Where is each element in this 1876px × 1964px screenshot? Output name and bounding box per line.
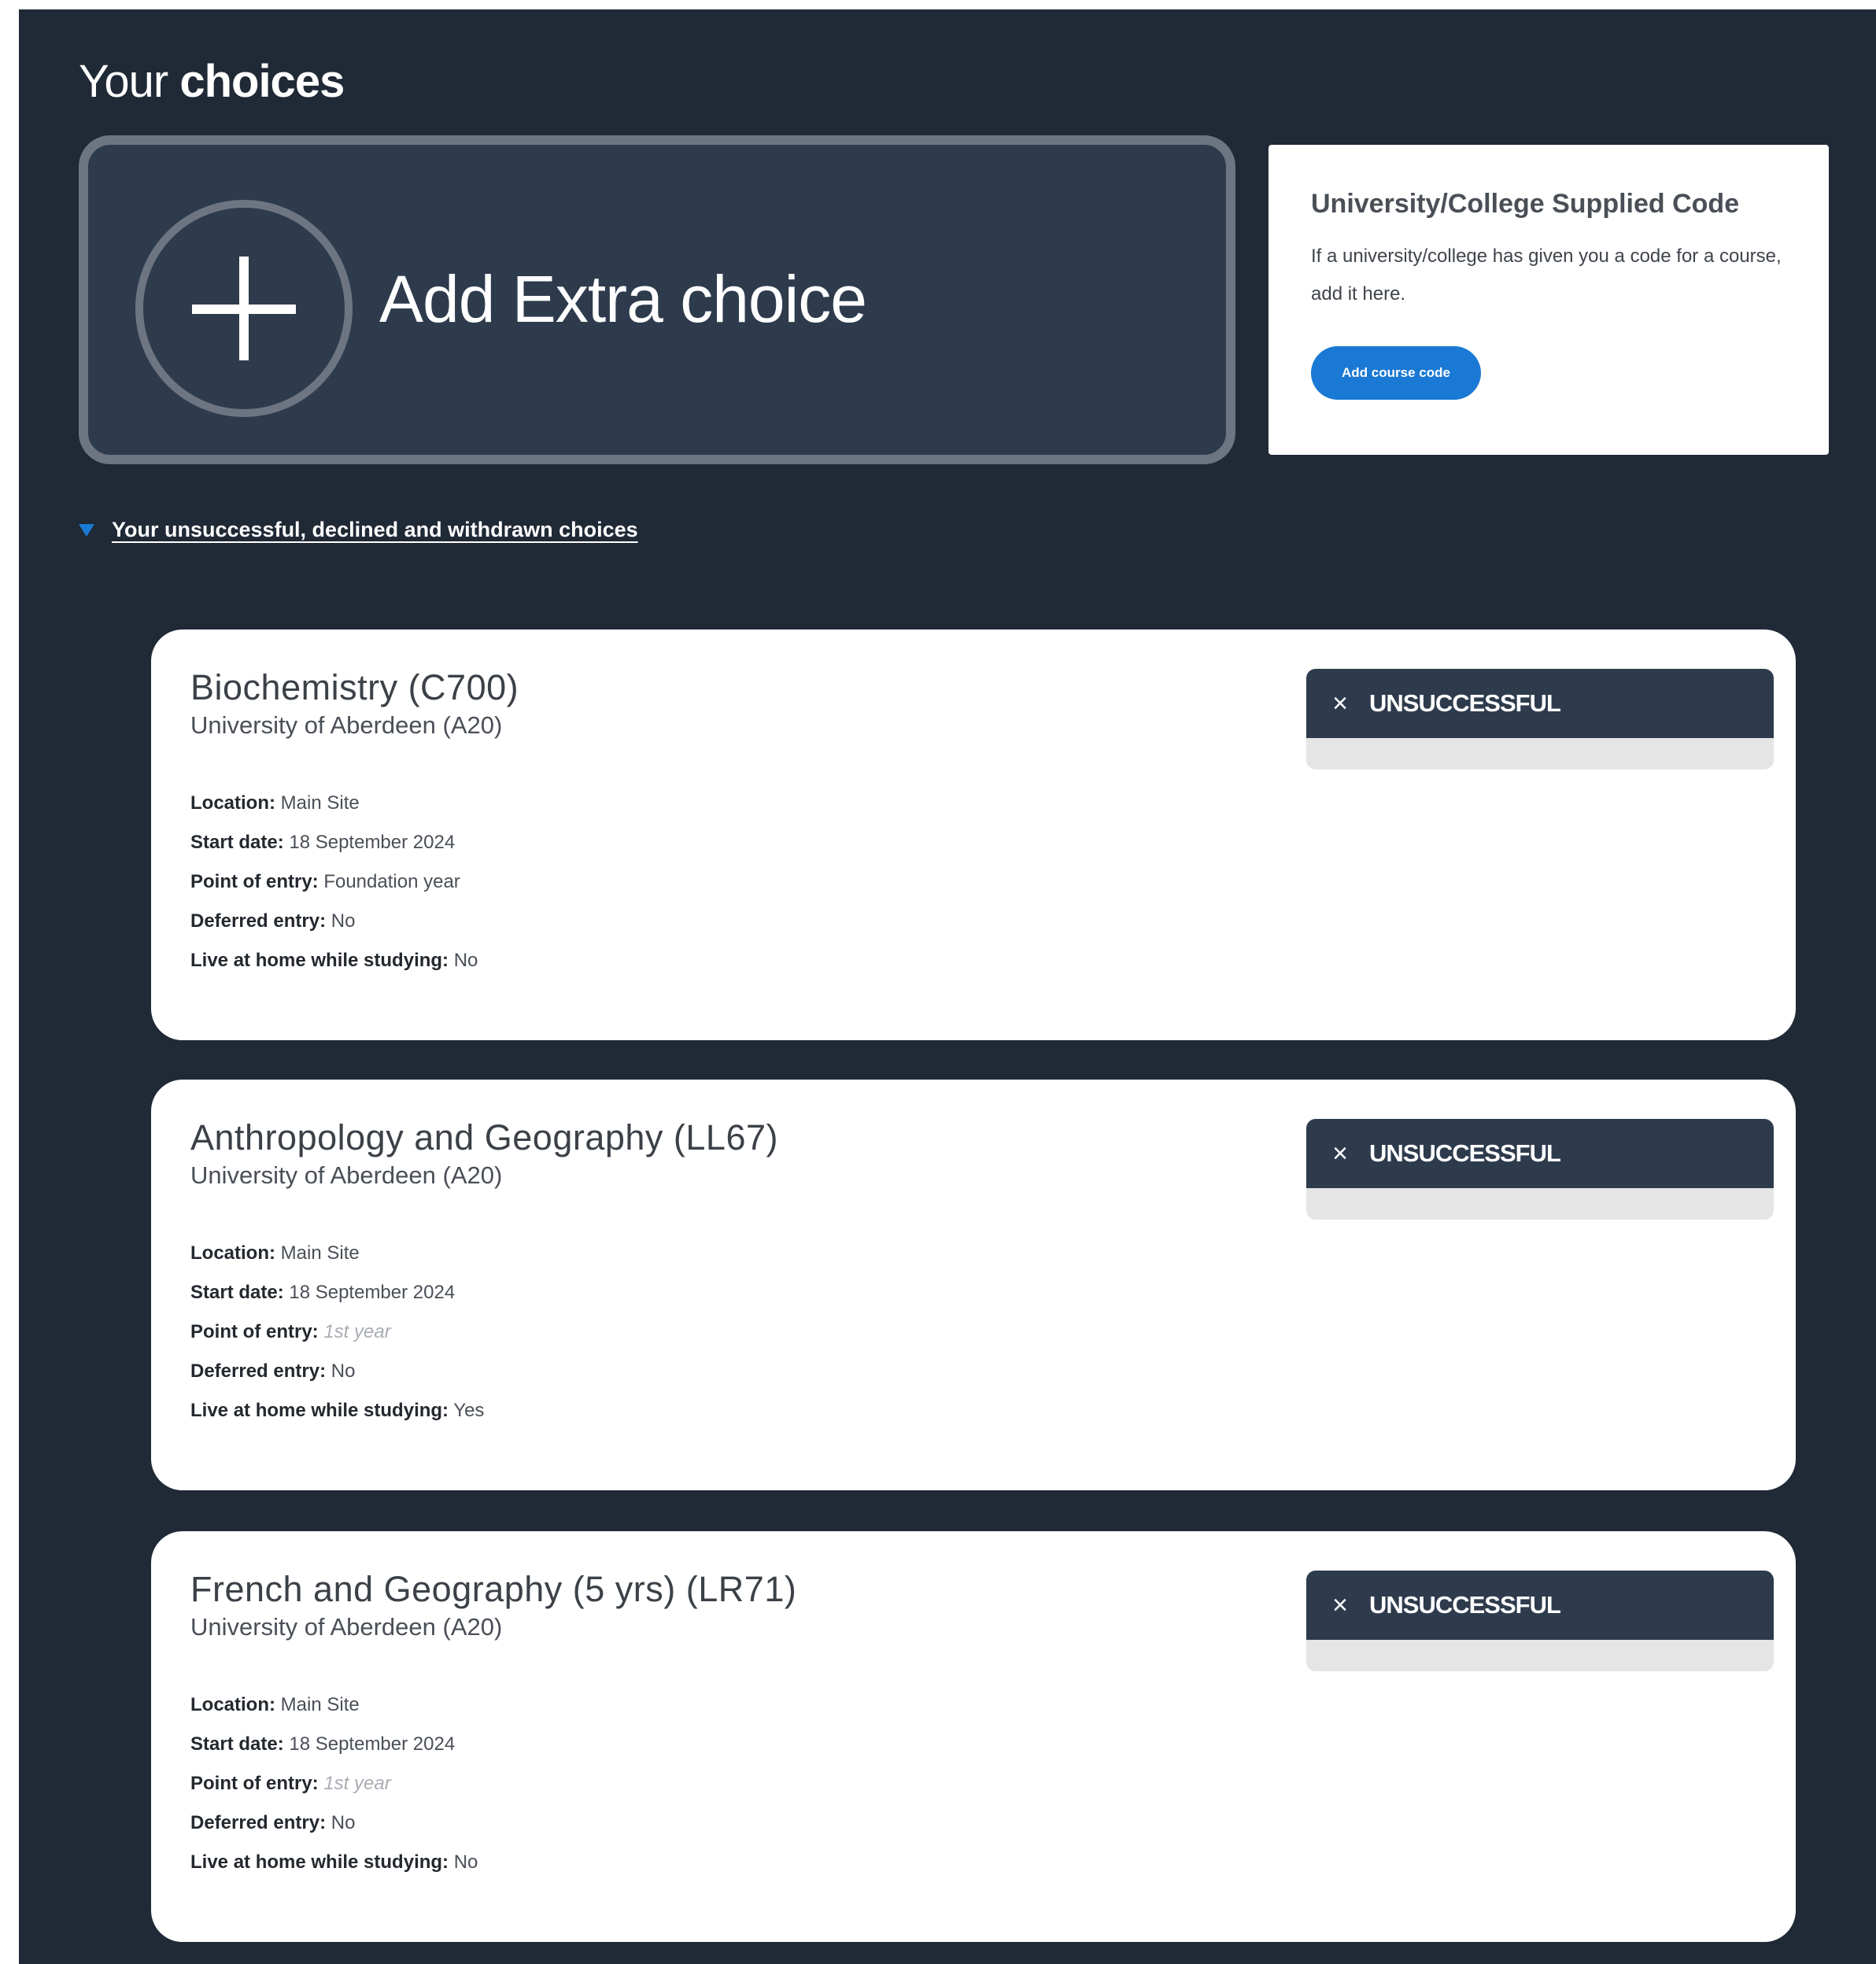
course-title: Biochemistry (C700) [190, 667, 519, 707]
choices-page: Your choices Add Extra choice University… [19, 9, 1876, 1964]
start-date-row: Start date: 18 September 2024 [190, 1725, 478, 1764]
course-title: Anthropology and Geography (LL67) [190, 1117, 779, 1157]
deferred-entry-value: No [331, 1812, 356, 1833]
choice-details: Location: Main Site Start date: 18 Septe… [190, 784, 478, 980]
status-label: UNSUCCESSFUL [1369, 689, 1561, 717]
location-row: Location: Main Site [190, 1234, 484, 1273]
course-title: French and Geography (5 yrs) (LR71) [190, 1569, 797, 1609]
choice-card: Anthropology and Geography (LL67) Univer… [151, 1080, 1796, 1490]
start-date-label: Start date: [190, 832, 284, 853]
choice-card: French and Geography (5 yrs) (LR71) Univ… [151, 1531, 1796, 1942]
location-label: Location: [190, 1242, 275, 1264]
supplied-code-panel: University/College Supplied Code If a un… [1269, 145, 1829, 455]
unsuccessful-choices-toggle[interactable]: Your unsuccessful, declined and withdraw… [79, 518, 638, 542]
deferred-entry-value: No [331, 1360, 356, 1382]
page-title-bold: choices [179, 56, 345, 107]
location-value: Main Site [280, 1694, 360, 1715]
status-bar: × UNSUCCESSFUL [1306, 1571, 1774, 1640]
live-at-home-value: No [453, 1851, 478, 1873]
location-value: Main Site [280, 792, 360, 814]
location-row: Location: Main Site [190, 1685, 478, 1725]
deferred-entry-label: Deferred entry: [190, 1360, 327, 1382]
page-title: Your choices [79, 55, 345, 108]
live-at-home-label: Live at home while studying: [190, 1400, 449, 1421]
live-at-home-label: Live at home while studying: [190, 1851, 449, 1873]
point-of-entry-row: Point of entry: 1st year [190, 1312, 484, 1352]
deferred-entry-value: No [331, 910, 356, 932]
point-of-entry-label: Point of entry: [190, 1773, 319, 1794]
start-date-label: Start date: [190, 1282, 284, 1303]
point-of-entry-value: Foundation year [323, 871, 460, 892]
choice-card: Biochemistry (C700) University of Aberde… [151, 629, 1796, 1040]
status-bar: × UNSUCCESSFUL [1306, 1119, 1774, 1188]
location-label: Location: [190, 792, 275, 814]
start-date-label: Start date: [190, 1733, 284, 1755]
live-at-home-label: Live at home while studying: [190, 950, 449, 971]
location-row: Location: Main Site [190, 784, 478, 823]
live-at-home-value: No [453, 950, 478, 971]
status-label: UNSUCCESSFUL [1369, 1139, 1561, 1167]
location-value: Main Site [280, 1242, 360, 1264]
close-icon: × [1332, 689, 1348, 718]
status-badge: × UNSUCCESSFUL [1306, 1119, 1774, 1220]
start-date-value: 18 September 2024 [289, 1282, 456, 1303]
live-at-home-value: Yes [453, 1400, 485, 1421]
choice-details: Location: Main Site Start date: 18 Septe… [190, 1685, 478, 1882]
start-date-row: Start date: 18 September 2024 [190, 1273, 484, 1312]
add-course-code-button[interactable]: Add course code [1311, 346, 1481, 400]
point-of-entry-value: 1st year [323, 1773, 391, 1794]
live-at-home-row: Live at home while studying: No [190, 941, 478, 980]
choice-details: Location: Main Site Start date: 18 Septe… [190, 1234, 484, 1431]
triangle-down-icon [79, 523, 94, 537]
status-label: UNSUCCESSFUL [1369, 1591, 1561, 1619]
university-name: University of Aberdeen (A20) [190, 1613, 503, 1641]
live-at-home-row: Live at home while studying: Yes [190, 1391, 484, 1431]
page-title-light: Your [79, 56, 168, 107]
plus-circle-icon [135, 200, 353, 417]
close-icon: × [1332, 1139, 1348, 1168]
point-of-entry-label: Point of entry: [190, 871, 319, 892]
start-date-value: 18 September 2024 [289, 832, 456, 853]
location-label: Location: [190, 1694, 275, 1715]
deferred-entry-label: Deferred entry: [190, 910, 327, 932]
point-of-entry-label: Point of entry: [190, 1321, 319, 1342]
supplied-code-description: If a university/college has given you a … [1311, 246, 1782, 305]
add-extra-choice-label: Add Extra choice [379, 262, 867, 336]
university-name: University of Aberdeen (A20) [190, 1161, 503, 1189]
close-icon: × [1332, 1590, 1348, 1620]
deferred-entry-row: Deferred entry: No [190, 1352, 484, 1391]
deferred-entry-row: Deferred entry: No [190, 1803, 478, 1843]
live-at-home-row: Live at home while studying: No [190, 1843, 478, 1882]
unsuccessful-choices-link[interactable]: Your unsuccessful, declined and withdraw… [112, 518, 638, 542]
status-bar: × UNSUCCESSFUL [1306, 669, 1774, 738]
status-badge: × UNSUCCESSFUL [1306, 669, 1774, 770]
add-extra-choice-button[interactable]: Add Extra choice [79, 135, 1235, 464]
start-date-value: 18 September 2024 [289, 1733, 456, 1755]
status-badge: × UNSUCCESSFUL [1306, 1571, 1774, 1671]
point-of-entry-value: 1st year [323, 1321, 391, 1342]
point-of-entry-row: Point of entry: Foundation year [190, 862, 478, 902]
start-date-row: Start date: 18 September 2024 [190, 823, 478, 862]
university-name: University of Aberdeen (A20) [190, 711, 503, 739]
deferred-entry-row: Deferred entry: No [190, 902, 478, 941]
deferred-entry-label: Deferred entry: [190, 1812, 327, 1833]
point-of-entry-row: Point of entry: 1st year [190, 1764, 478, 1803]
supplied-code-title: University/College Supplied Code [1311, 189, 1740, 219]
